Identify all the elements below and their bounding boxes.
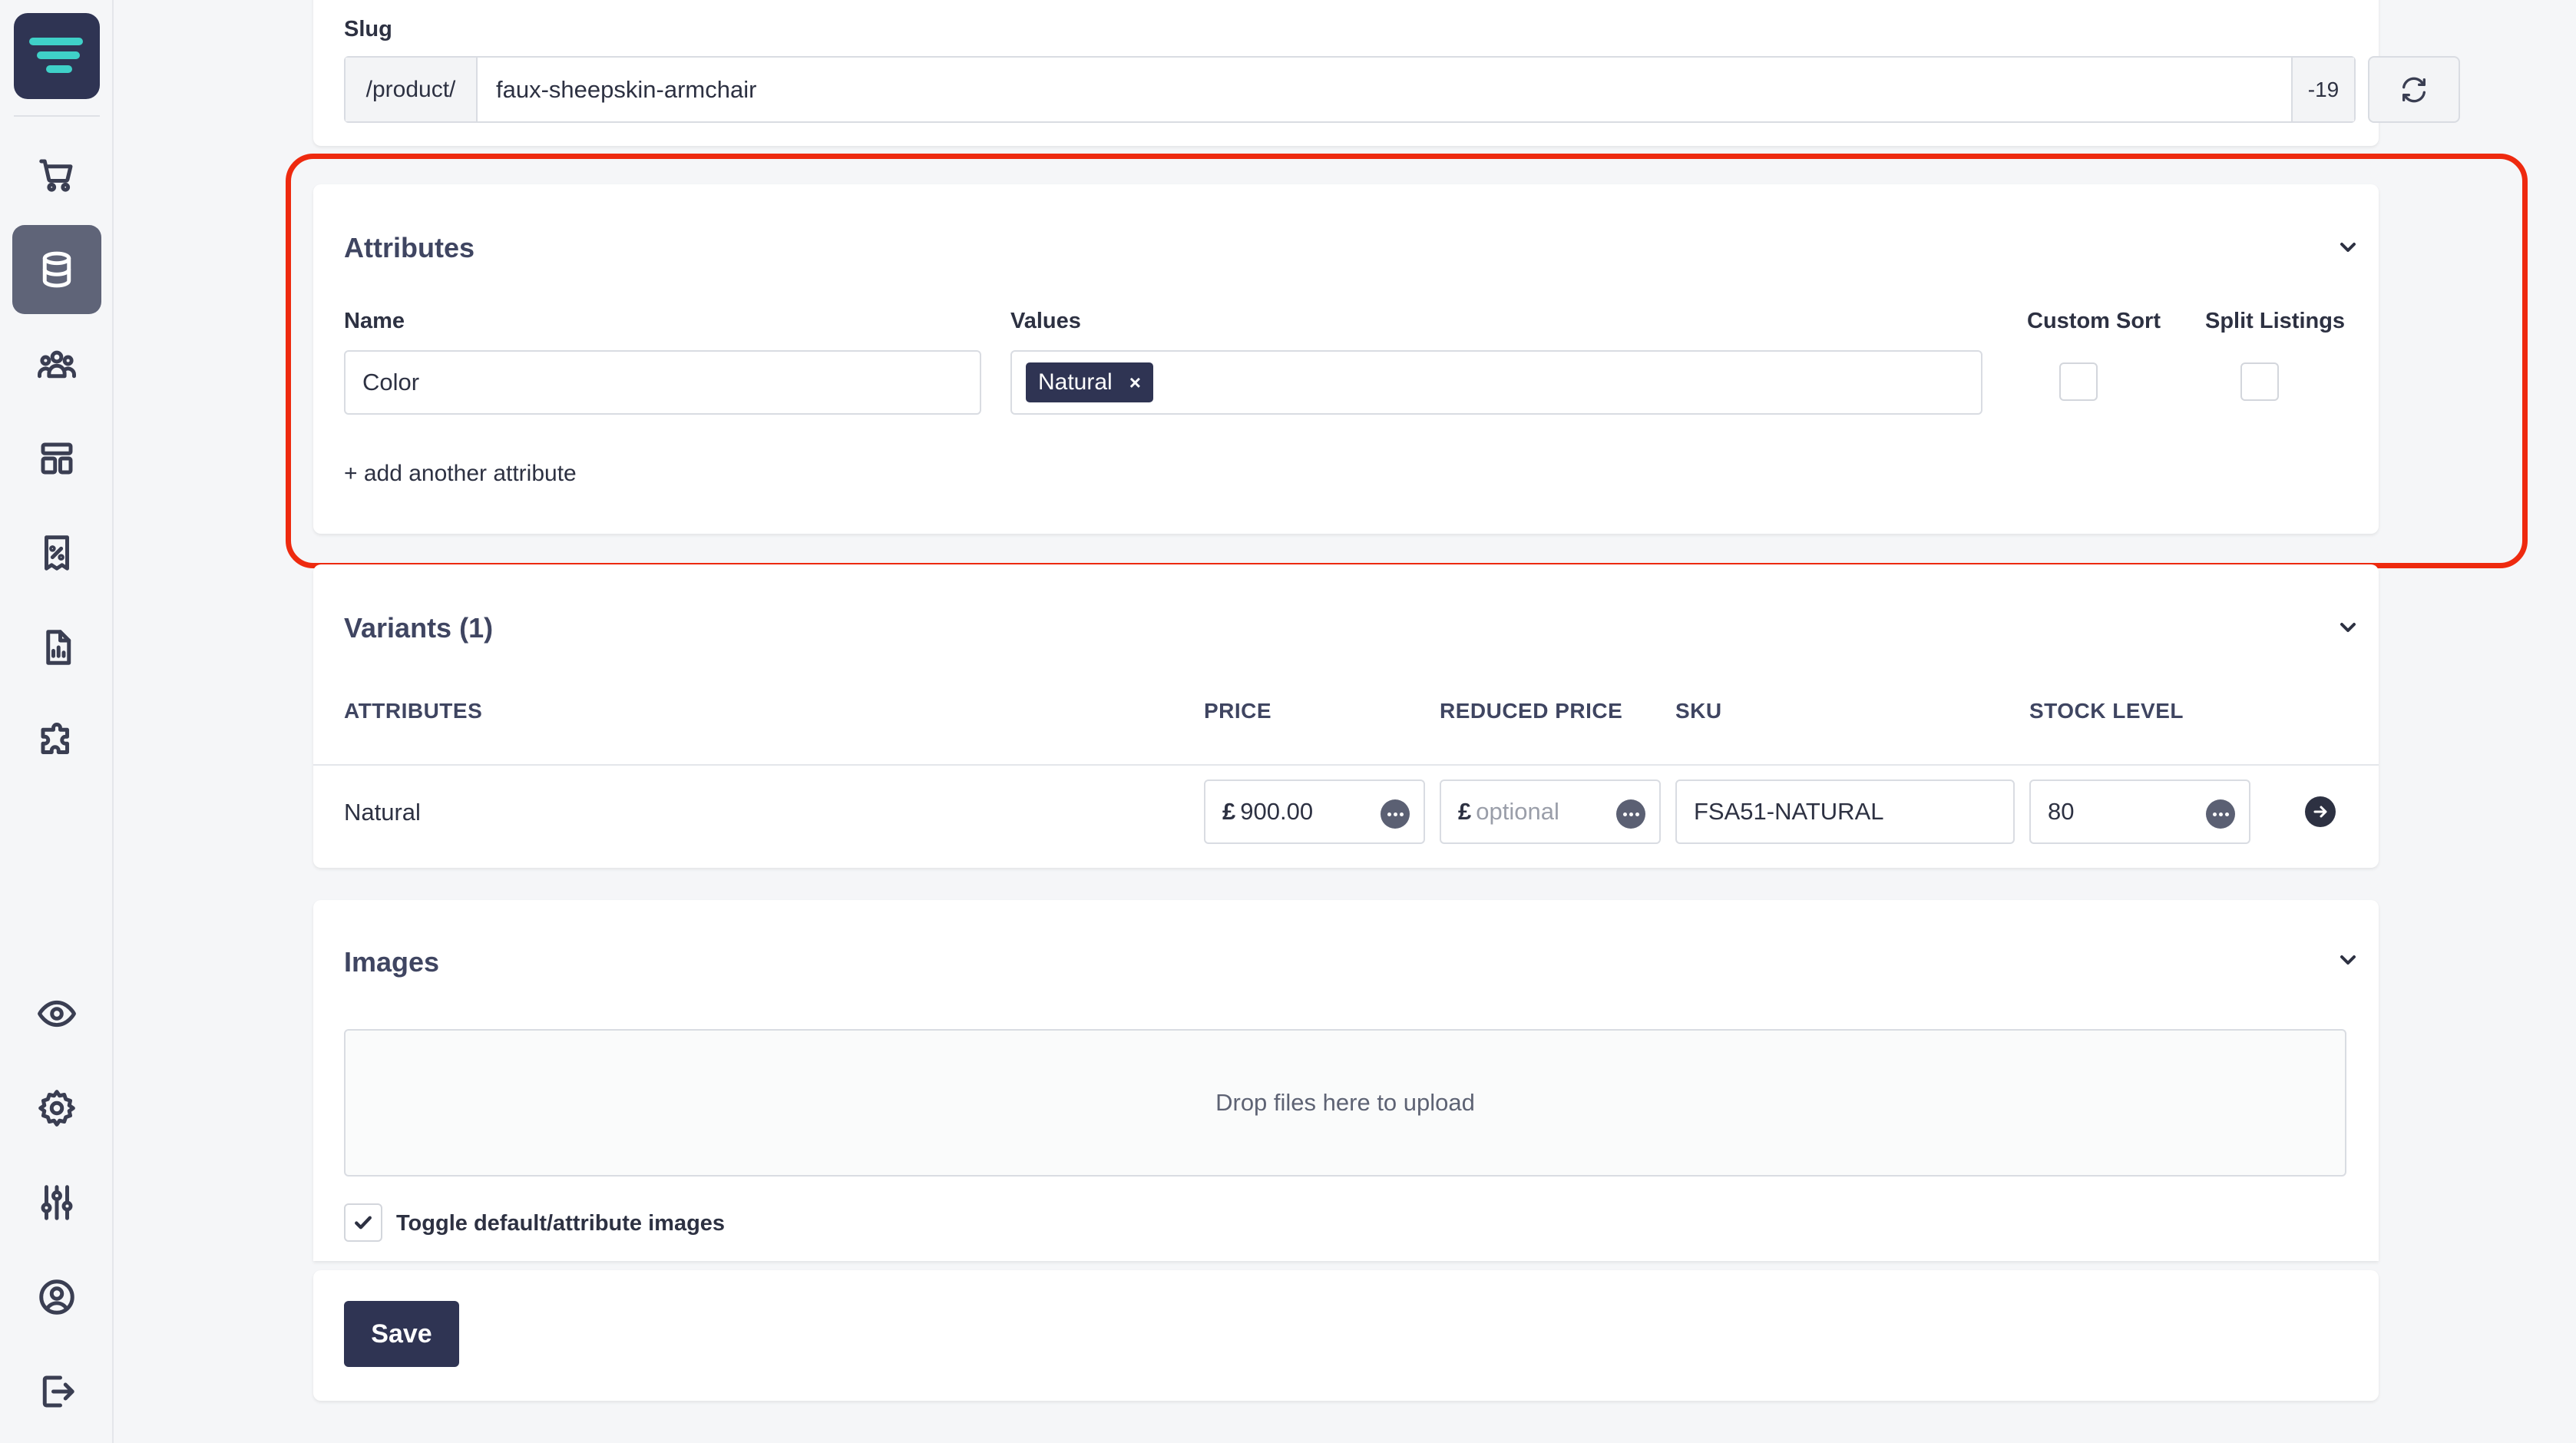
attribute-name-label: Name [344, 309, 405, 333]
slug-label: Slug [344, 17, 392, 41]
chevron-down-icon[interactable] [2334, 614, 2362, 641]
slug-char-count: -19 [2291, 58, 2354, 121]
attribute-values-input[interactable]: Natural × [1010, 350, 1982, 415]
layout-icon [41, 442, 73, 475]
col-attributes: ATTRIBUTES [344, 699, 483, 723]
nav-products[interactable] [12, 225, 101, 314]
more-icon[interactable] [1381, 799, 1410, 829]
puzzle-icon [41, 723, 69, 754]
sliders-icon [41, 1185, 73, 1220]
slug-prefix: /product/ [346, 58, 478, 121]
value-chip-label: Natural [1038, 369, 1113, 395]
more-icon[interactable] [1616, 799, 1645, 829]
variants-title: Variants (1) [344, 612, 494, 644]
table-divider [313, 764, 2379, 766]
nav-preview[interactable] [12, 969, 101, 1058]
report-icon [46, 630, 71, 665]
split-listings-checkbox[interactable] [2240, 362, 2279, 401]
custom-sort-checkbox[interactable] [2059, 362, 2098, 401]
col-sku: SKU [1675, 699, 1722, 723]
sku-value: FSA51-NATURAL [1694, 798, 1884, 825]
nav-discounts[interactable] [12, 508, 101, 597]
sku-input[interactable]: FSA51-NATURAL [1675, 779, 2015, 844]
custom-sort-label: Custom Sort [2027, 309, 2161, 333]
slug-field: /product/ faux-sheepskin-armchair -19 [344, 56, 2356, 123]
nav-content[interactable] [12, 414, 101, 503]
reduced-price-input[interactable]: £ optional [1440, 779, 1661, 844]
nav-account[interactable] [12, 1253, 101, 1342]
image-dropzone[interactable]: Drop files here to upload [344, 1029, 2346, 1177]
chevron-down-icon[interactable] [2334, 946, 2362, 974]
images-title: Images [344, 946, 440, 978]
database-icon [42, 251, 71, 288]
split-listings-label: Split Listings [2205, 309, 2346, 333]
stock-value: 80 [2048, 798, 2075, 825]
users-icon [38, 350, 76, 379]
gear-icon [38, 1090, 75, 1127]
more-icon[interactable] [2206, 799, 2235, 829]
slug-input[interactable]: faux-sheepskin-armchair [478, 58, 2291, 121]
col-stock-level: STOCK LEVEL [2029, 699, 2184, 723]
user-circle-icon [39, 1279, 74, 1315]
nav-logout[interactable] [12, 1347, 101, 1436]
logo-icon [29, 38, 83, 73]
price-value: 900.00 [1240, 798, 1314, 825]
sidebar-divider [14, 115, 100, 117]
dropzone-text: Drop files here to upload [1215, 1089, 1475, 1116]
col-reduced-price: REDUCED PRICE [1440, 699, 1623, 723]
nav-orders[interactable] [12, 131, 101, 220]
refresh-icon [2402, 77, 2426, 102]
value-chip: Natural × [1026, 362, 1153, 402]
stock-input[interactable]: 80 [2029, 779, 2250, 844]
attribute-name-value: Color [362, 369, 420, 396]
regenerate-slug-button[interactable] [2368, 56, 2460, 123]
toggle-images-label: Toggle default/attribute images [396, 1211, 726, 1236]
attributes-title: Attributes [344, 232, 475, 263]
attribute-name-input[interactable]: Color [344, 350, 981, 415]
app-logo[interactable] [14, 13, 100, 99]
variants-card: Variants (1) ATTRIBUTES PRICE REDUCED PR… [313, 564, 2379, 868]
images-card: Images Drop files here to upload Toggle … [313, 900, 2379, 1261]
sidebar [0, 0, 114, 1443]
reduced-price-placeholder: optional [1476, 798, 1559, 825]
eye-icon [38, 1000, 76, 1028]
price-input[interactable]: £ 900.00 [1204, 779, 1425, 844]
save-button[interactable]: Save [344, 1301, 459, 1367]
currency-symbol: £ [1222, 798, 1236, 825]
nav-extensions[interactable] [12, 697, 101, 786]
main-content: Slug /product/ faux-sheepskin-armchair -… [114, 0, 2576, 1443]
add-attribute-link[interactable]: + add another attribute [344, 461, 577, 487]
arrow-right-icon[interactable] [2305, 796, 2336, 827]
logout-icon [42, 1375, 74, 1408]
nav-settings[interactable] [12, 1064, 101, 1153]
attribute-values-label: Values [1010, 309, 1081, 333]
cart-icon [39, 159, 73, 192]
variant-attribute: Natural [344, 799, 421, 826]
nav-customers[interactable] [12, 319, 101, 409]
chevron-down-icon[interactable] [2334, 233, 2362, 261]
save-card: Save [313, 1270, 2379, 1401]
checkmark-icon [355, 1216, 372, 1230]
col-price: PRICE [1204, 699, 1272, 723]
nav-adjustments[interactable] [12, 1158, 101, 1247]
remove-chip-icon[interactable]: × [1129, 371, 1141, 395]
toggle-images-checkbox[interactable] [344, 1203, 382, 1242]
nav-reports[interactable] [12, 603, 101, 692]
currency-symbol: £ [1458, 798, 1472, 825]
receipt-percent-icon [45, 535, 69, 571]
attributes-card: Attributes Name Values Custom Sort Split… [313, 184, 2379, 534]
